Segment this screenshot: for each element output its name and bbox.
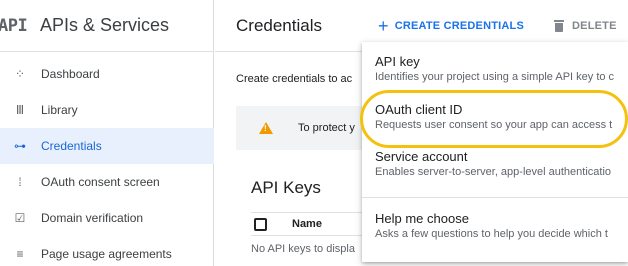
menu-item-title: Service account (375, 149, 468, 164)
dashboard-icon: ⁘ (14, 67, 26, 81)
column-header-name[interactable]: Name (292, 218, 322, 230)
trash-icon (554, 19, 565, 32)
menu-item-help-me-choose[interactable]: Help me choose Asks a few questions to h… (362, 211, 628, 240)
brand-header: API APIs & Services (0, 0, 214, 52)
sidebar-item-oauth-consent[interactable]: ⁞ OAuth consent screen (0, 164, 214, 200)
sidebar: API APIs & Services ⁘ Dashboard Ⅲ Librar… (0, 0, 214, 266)
sidebar-item-label: OAuth consent screen (41, 175, 160, 189)
sidebar-item-credentials[interactable]: ⊶ Credentials (0, 128, 214, 164)
create-credentials-button[interactable]: + CREATE CREDENTIALS (378, 17, 524, 35)
settings-list-icon: ≡ (16, 247, 24, 261)
menu-item-description: Asks a few questions to help you decide … (375, 228, 608, 240)
api-keys-heading: API Keys (251, 178, 321, 197)
sidebar-item-label: Credentials (41, 139, 102, 153)
sidebar-item-label: Dashboard (41, 67, 100, 81)
menu-divider (362, 197, 628, 198)
key-icon: ⊶ (14, 139, 26, 153)
select-all-checkbox[interactable] (254, 217, 267, 231)
empty-table-message: No API keys to displa (251, 243, 355, 255)
menu-item-api-key[interactable]: API key Identifies your project using a … (362, 54, 628, 83)
create-credentials-menu: API key Identifies your project using a … (362, 42, 628, 262)
create-credentials-label: CREATE CREDENTIALS (394, 19, 525, 32)
sidebar-item-domain-verification[interactable]: ☑ Domain verification (0, 200, 214, 236)
api-logo: API (0, 15, 28, 36)
plus-icon: + (378, 15, 389, 36)
intro-text: Create credentials to ac (236, 73, 353, 85)
page-title: Credentials (236, 15, 322, 35)
sidebar-item-label: Domain verification (41, 211, 144, 225)
delete-label: DELETE (572, 19, 617, 32)
library-icon: Ⅲ (15, 103, 25, 117)
warning-text: To protect y (298, 122, 355, 134)
menu-item-service-account[interactable]: Service account Enables server-to-server… (362, 149, 628, 178)
consent-icon: ⁞ (18, 175, 22, 189)
sidebar-item-page-usage[interactable]: ≡ Page usage agreements (0, 236, 214, 266)
menu-item-description: Enables server-to-server, app-level auth… (375, 166, 612, 178)
sidebar-item-label: Page usage agreements (41, 247, 172, 261)
domain-check-icon: ☑ (14, 211, 26, 225)
sidebar-item-label: Library (41, 103, 78, 117)
highlight-annotation (360, 90, 628, 148)
sidebar-item-dashboard[interactable]: ⁘ Dashboard (0, 56, 214, 92)
sidebar-item-library[interactable]: Ⅲ Library (0, 92, 214, 128)
app-title[interactable]: APIs & Services (40, 15, 169, 36)
warning-icon: ! (259, 122, 273, 134)
menu-item-description: Identifies your project using a simple A… (375, 71, 615, 83)
menu-item-title: Help me choose (375, 211, 469, 226)
delete-button[interactable]: DELETE (554, 19, 617, 32)
menu-item-title: API key (375, 54, 420, 69)
sidebar-nav: ⁘ Dashboard Ⅲ Library ⊶ Credentials ⁞ OA… (0, 56, 214, 266)
